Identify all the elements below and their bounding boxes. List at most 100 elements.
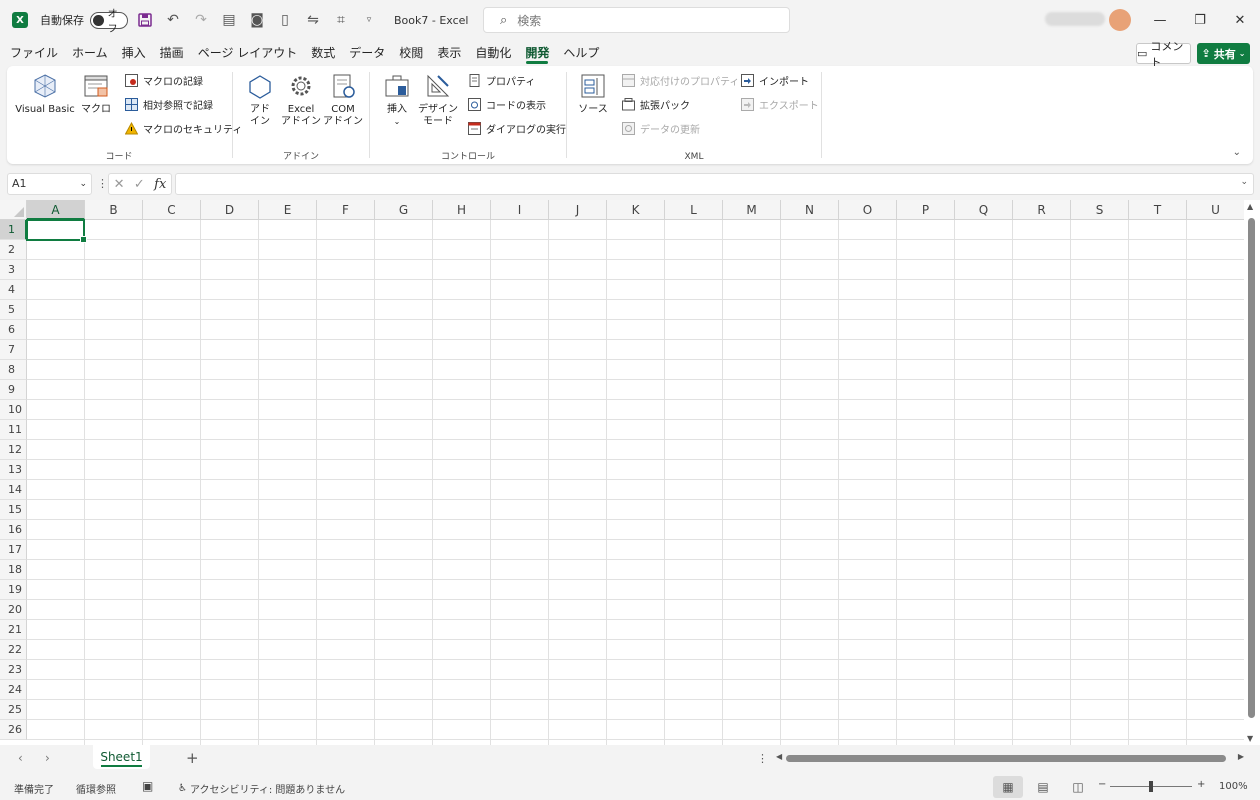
document-icon[interactable]: ▯ <box>274 9 296 31</box>
record-macro-button[interactable]: マクロの記録 <box>125 71 203 89</box>
zoom-in-button[interactable]: + <box>1197 779 1205 790</box>
column-header[interactable]: S <box>1071 200 1129 220</box>
vertical-scrollbar[interactable]: ▲ ▼ <box>1244 200 1260 745</box>
column-header[interactable]: A <box>27 200 85 220</box>
run-dialog-button[interactable]: ダイアログの実行 <box>468 119 566 137</box>
camera-icon[interactable]: ◙ <box>246 9 268 31</box>
comment-button[interactable]: ▭ コメント <box>1136 40 1191 69</box>
zoom-slider-thumb[interactable] <box>1149 781 1153 792</box>
row-header[interactable]: 22 <box>0 640 27 660</box>
normal-view-button[interactable]: ▦ <box>993 776 1023 798</box>
com-addin-button[interactable]: COM アドイン <box>323 72 363 128</box>
circular-reference-status[interactable]: 循環参照 <box>76 781 116 796</box>
tab-draw[interactable]: 描画 <box>153 40 191 66</box>
row-header[interactable]: 5 <box>0 300 27 320</box>
page-layout-view-button[interactable]: ▤ <box>1028 776 1058 798</box>
minimize-button[interactable]: — <box>1140 6 1180 34</box>
scroll-up-icon[interactable]: ▲ <box>1247 202 1253 211</box>
design-mode-button[interactable]: デザイン モード <box>418 72 458 128</box>
ribbon-expand-icon[interactable]: ⌄ <box>1233 147 1241 158</box>
scroll-left-icon[interactable]: ◀ <box>776 752 782 761</box>
row-header[interactable]: 15 <box>0 500 27 520</box>
row-header[interactable]: 17 <box>0 540 27 560</box>
row-header[interactable]: 16 <box>0 520 27 540</box>
row-header[interactable]: 7 <box>0 340 27 360</box>
row-header[interactable]: 12 <box>0 440 27 460</box>
row-header[interactable]: 10 <box>0 400 27 420</box>
row-header[interactable]: 14 <box>0 480 27 500</box>
map-properties-button[interactable]: 対応付けのプロパティ <box>622 71 739 89</box>
link-icon[interactable]: ⇋ <box>302 9 324 31</box>
macro-button[interactable]: マクロ <box>81 72 111 116</box>
column-header[interactable]: C <box>143 200 201 220</box>
tab-data[interactable]: データ <box>342 40 392 66</box>
properties-button[interactable]: プロパティ <box>468 71 535 89</box>
row-header[interactable]: 4 <box>0 280 27 300</box>
cell-area[interactable] <box>27 220 1244 745</box>
row-header[interactable]: 8 <box>0 360 27 380</box>
column-header[interactable]: L <box>665 200 723 220</box>
column-header[interactable]: H <box>433 200 491 220</box>
expansion-packs-button[interactable]: 拡張パック <box>622 95 690 113</box>
tab-page-layout[interactable]: ページ レイアウト <box>191 40 305 66</box>
undo-icon[interactable]: ↶ <box>162 9 184 31</box>
prev-sheet-icon[interactable]: ‹ <box>18 751 23 765</box>
row-header[interactable]: 13 <box>0 460 27 480</box>
tab-review[interactable]: 校閲 <box>392 40 430 66</box>
column-header[interactable]: T <box>1129 200 1187 220</box>
save-icon[interactable] <box>134 9 156 31</box>
column-header[interactable]: O <box>839 200 897 220</box>
page-break-view-button[interactable]: ◫ <box>1063 776 1093 798</box>
tab-insert[interactable]: 挿入 <box>115 40 153 66</box>
column-header[interactable]: M <box>723 200 781 220</box>
row-header[interactable]: 25 <box>0 700 27 720</box>
form-icon[interactable]: ▤ <box>218 9 240 31</box>
export-button[interactable]: エクスポート <box>741 95 819 113</box>
refresh-data-button[interactable]: データの更新 <box>622 119 700 137</box>
row-header[interactable]: 9 <box>0 380 27 400</box>
cancel-icon[interactable]: ✕ <box>114 177 125 192</box>
chevron-down-icon[interactable]: ⌄ <box>79 174 87 194</box>
restore-button[interactable]: ❐ <box>1180 6 1220 34</box>
row-header[interactable]: 20 <box>0 600 27 620</box>
column-header[interactable]: Q <box>955 200 1013 220</box>
name-box[interactable]: A1 ⌄ <box>7 173 92 195</box>
view-code-button[interactable]: コードの表示 <box>468 95 546 113</box>
column-header[interactable]: P <box>897 200 955 220</box>
column-header[interactable]: I <box>491 200 549 220</box>
close-button[interactable]: ✕ <box>1220 6 1260 34</box>
row-header[interactable]: 23 <box>0 660 27 680</box>
zoom-out-button[interactable]: − <box>1098 779 1106 790</box>
share-button[interactable]: ⇪ 共有 ⌄ <box>1197 43 1250 64</box>
row-header[interactable]: 1 <box>0 220 27 240</box>
insert-control-button[interactable]: 挿入 ⌄ <box>382 72 412 128</box>
avatar[interactable] <box>1109 9 1131 31</box>
row-header[interactable]: 2 <box>0 240 27 260</box>
import-button[interactable]: インポート <box>741 71 809 89</box>
customize-qat-icon[interactable]: ▿ <box>358 9 380 31</box>
user-name[interactable] <box>1045 12 1105 26</box>
scroll-down-icon[interactable]: ▼ <box>1247 734 1253 743</box>
column-header[interactable]: F <box>317 200 375 220</box>
relative-reference-button[interactable]: 相対参照で記録 <box>125 95 213 113</box>
column-header[interactable]: N <box>781 200 839 220</box>
row-header[interactable]: 6 <box>0 320 27 340</box>
tab-automate[interactable]: 自動化 <box>468 40 518 66</box>
spreadsheet-grid[interactable]: ABCDEFGHIJKLMNOPQRSTU 1 2 3 4 5 6 7 8 9 10 11 12 13 1… <box>0 200 1260 745</box>
formula-input[interactable]: ⌄ <box>175 173 1254 195</box>
more-options-icon[interactable]: ⋮ <box>97 177 108 190</box>
insert-function-button[interactable]: fx <box>154 177 166 192</box>
sheet-tab[interactable]: Sheet1 <box>93 745 150 769</box>
column-header[interactable]: D <box>201 200 259 220</box>
column-header[interactable]: J <box>549 200 607 220</box>
macro-recording-icon[interactable]: ▣ <box>142 779 153 793</box>
tab-home[interactable]: ホーム <box>65 40 115 66</box>
row-header[interactable]: 3 <box>0 260 27 280</box>
row-header[interactable]: 24 <box>0 680 27 700</box>
split-handle-icon[interactable]: ⋮ <box>757 752 768 765</box>
add-sheet-button[interactable]: + <box>186 749 199 767</box>
expand-formula-icon[interactable]: ⌄ <box>1240 177 1248 187</box>
confirm-icon[interactable]: ✓ <box>134 177 145 192</box>
column-header[interactable]: K <box>607 200 665 220</box>
tab-developer[interactable]: 開発 <box>518 40 556 66</box>
